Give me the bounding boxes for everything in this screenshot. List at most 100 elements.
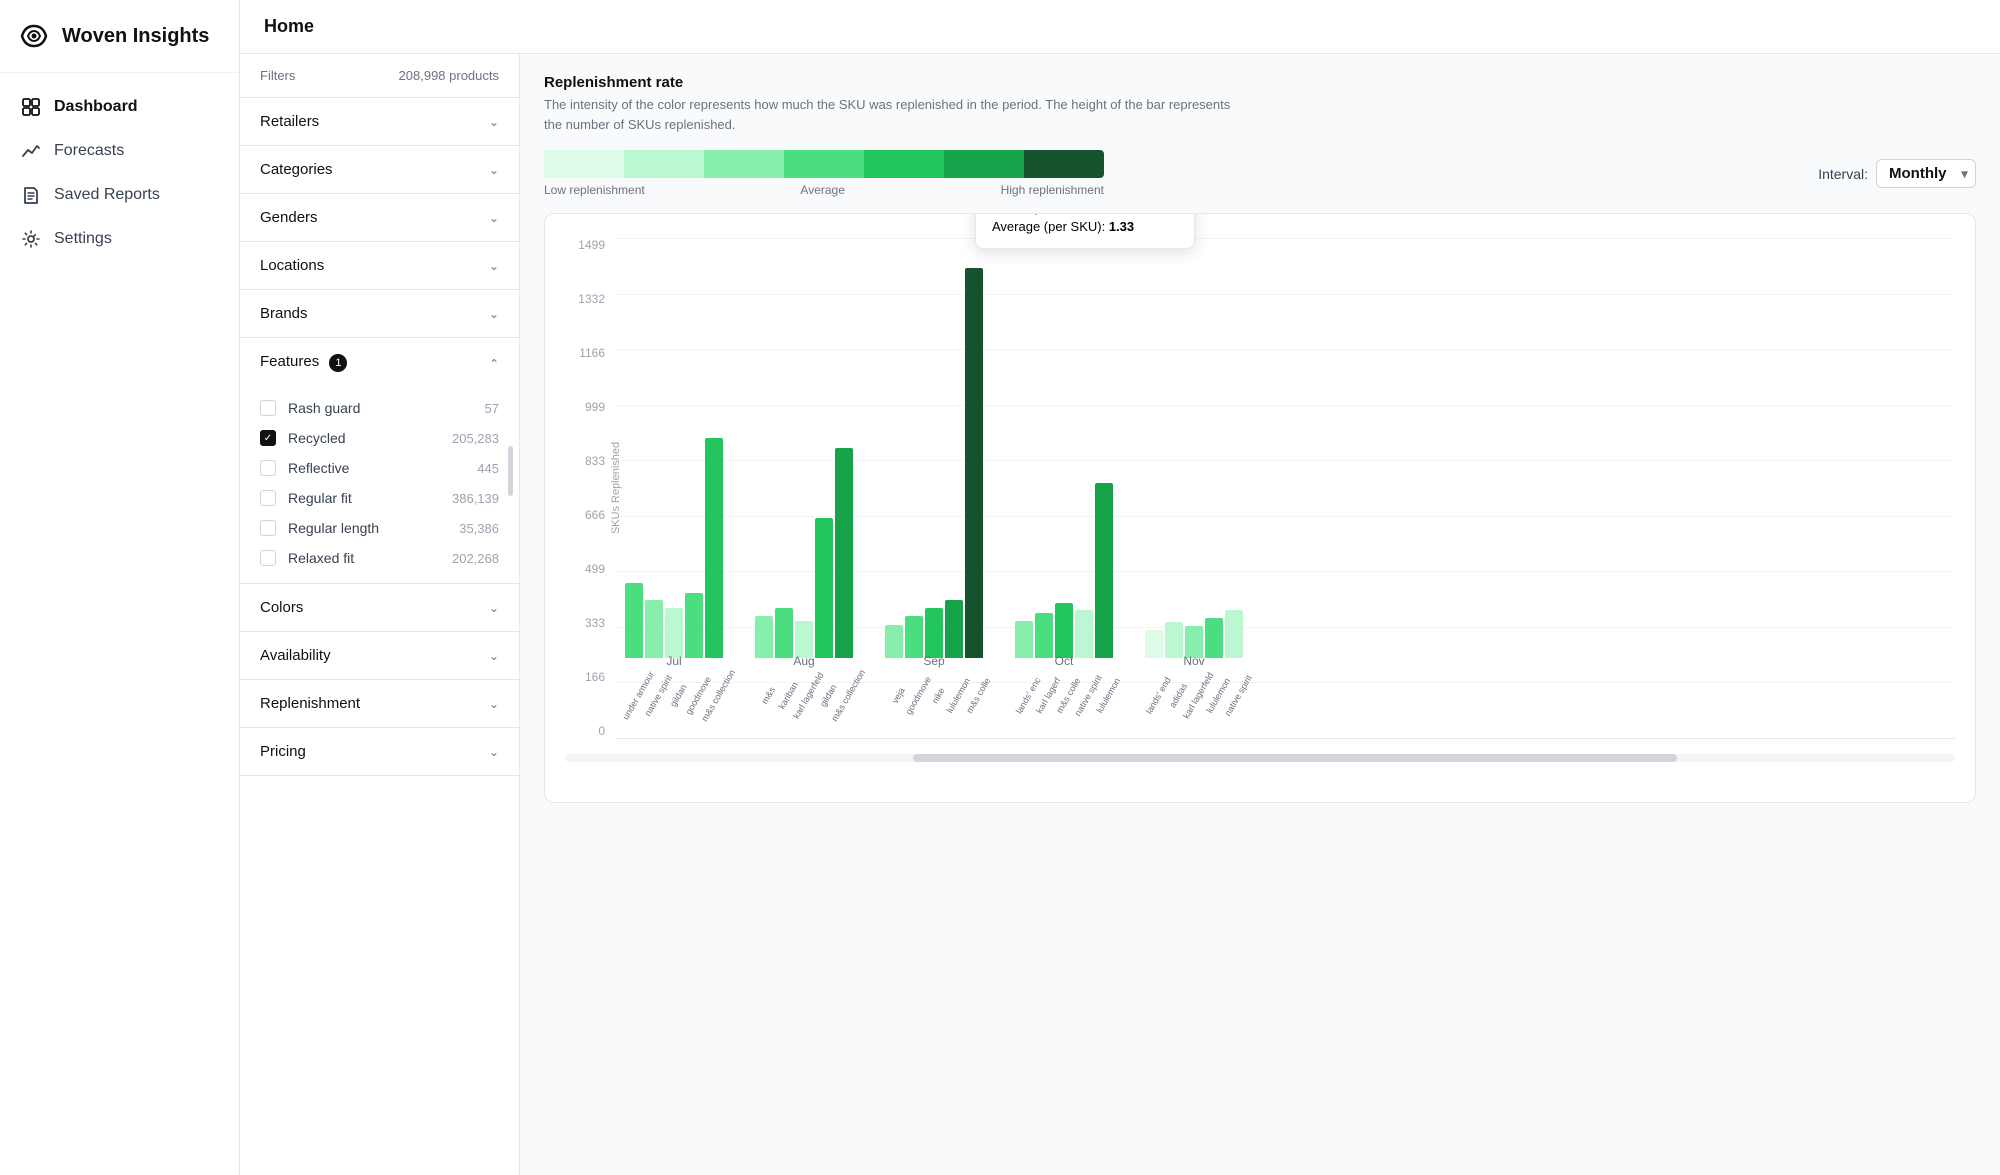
chart-description: The intensity of the color represents ho… xyxy=(544,95,1244,134)
chevron-down-icon: ⌄ xyxy=(489,307,499,321)
bar-under-armour-jul[interactable]: under armour xyxy=(625,583,643,658)
feature-count-regular-length: 35,386 xyxy=(459,521,499,536)
bar-goodmove-sep[interactable]: goodmove xyxy=(905,616,923,658)
filter-colors-toggle[interactable]: Colors ⌄ xyxy=(240,584,519,631)
feature-label-regular-fit: Regular fit xyxy=(288,490,440,506)
month-group-aug: m&s kariban karl lagerfeld xyxy=(755,238,853,658)
feature-count-relaxed-fit: 202,268 xyxy=(452,551,499,566)
bar-goodmove-jul[interactable]: goodmove xyxy=(685,593,703,658)
sidebar-item-dashboard[interactable]: Dashboard xyxy=(0,85,239,129)
bar-nike-sep[interactable]: nike xyxy=(925,608,943,658)
bar-ms-colle-oct[interactable]: m&s colle xyxy=(1055,603,1073,658)
filter-features-toggle[interactable]: Features 1 ⌄ xyxy=(240,338,519,387)
filter-section-pricing: Pricing ⌄ xyxy=(240,728,519,776)
sidebar-item-label-dashboard: Dashboard xyxy=(54,98,138,116)
bars-sep: veja goodmove nike lululem xyxy=(885,238,983,658)
filter-categories-toggle[interactable]: Categories ⌄ xyxy=(240,146,519,193)
checkbox-regular-fit[interactable] xyxy=(260,490,276,506)
scrollbar-thumb xyxy=(913,754,1678,762)
sidebar-item-saved-reports[interactable]: Saved Reports xyxy=(0,173,239,217)
month-group-sep: veja goodmove nike lululem xyxy=(885,238,983,658)
bar-lululemon-sep[interactable]: lululemon xyxy=(945,600,963,658)
filter-section-retailers: Retailers ⌄ xyxy=(240,98,519,146)
bar-karl-oct[interactable]: karl lagerf xyxy=(1035,613,1053,658)
interval-select[interactable]: Monthly Weekly Daily xyxy=(1876,159,1976,188)
checkbox-reflective[interactable] xyxy=(260,460,276,476)
feature-item-recycled[interactable]: ✓ Recycled 205,283 xyxy=(240,423,519,453)
bar-ms-collection-aug[interactable]: m&s collection xyxy=(835,448,853,658)
filter-replenishment-label: Replenishment xyxy=(260,695,360,712)
bar-lands-oct[interactable]: lands' enc xyxy=(1015,621,1033,658)
y-tick-499: 499 xyxy=(585,562,605,576)
app-title: Woven Insights xyxy=(62,25,209,48)
tooltip-avg-label: Average (per SKU): xyxy=(992,219,1105,234)
checkbox-regular-length[interactable] xyxy=(260,520,276,536)
feature-label-regular-length: Regular length xyxy=(288,520,447,536)
bar-lands-nov[interactable]: lands' end xyxy=(1145,630,1163,658)
saved-reports-icon xyxy=(20,184,42,206)
y-tick-1332: 1332 xyxy=(578,292,605,306)
bar-ms-colle-sep[interactable]: m&s colle M&S Collection 873 SKUs replen… xyxy=(965,268,983,658)
bar-karl-aug[interactable]: karl lagerfeld xyxy=(795,621,813,658)
month-group-jul: under armour native spirit gildan xyxy=(625,238,723,658)
checkbox-relaxed-fit[interactable] xyxy=(260,550,276,566)
bar-adidas-nov[interactable]: adidas xyxy=(1165,622,1183,658)
filter-section-genders: Genders ⌄ xyxy=(240,194,519,242)
filter-brands-toggle[interactable]: Brands ⌄ xyxy=(240,290,519,337)
month-label-nov: Nov xyxy=(1183,654,1204,668)
feature-item-reflective[interactable]: Reflective 445 xyxy=(240,453,519,483)
bar-lululemon-oct[interactable]: lululemon xyxy=(1095,483,1113,658)
bar-gildan-jul[interactable]: gildan xyxy=(665,608,683,658)
replenishment-info: Replenishment rate The intensity of the … xyxy=(544,74,1976,134)
filter-section-features: Features 1 ⌄ Rash guard 57 ✓ Recycled 20… xyxy=(240,338,519,584)
bar-native-spirit-nov[interactable]: native spirit xyxy=(1225,610,1243,658)
filters-label: Filters xyxy=(260,68,295,83)
y-axis: 1499 1332 1166 999 833 666 499 333 166 0 xyxy=(565,238,615,738)
page-header: Home xyxy=(240,0,2000,54)
feature-item-regular-fit[interactable]: Regular fit 386,139 xyxy=(240,483,519,513)
legend-avg-label: Average xyxy=(800,183,844,197)
feature-item-relaxed-fit[interactable]: Relaxed fit 202,268 xyxy=(240,543,519,573)
bar-label: veja xyxy=(890,686,907,705)
filter-section-brands: Brands ⌄ xyxy=(240,290,519,338)
feature-item-rash-guard[interactable]: Rash guard 57 xyxy=(240,393,519,423)
checkbox-recycled[interactable]: ✓ xyxy=(260,430,276,446)
filter-retailers-toggle[interactable]: Retailers ⌄ xyxy=(240,98,519,145)
bar-veja-sep[interactable]: veja xyxy=(885,625,903,658)
bar-gildan-aug[interactable]: gildan xyxy=(815,518,833,658)
bar-native-spirit-oct[interactable]: native spirit xyxy=(1075,610,1093,658)
horizontal-scrollbar[interactable] xyxy=(565,754,1955,762)
chevron-down-icon: ⌄ xyxy=(489,259,499,273)
filter-brands-label: Brands xyxy=(260,305,308,322)
feature-label-relaxed-fit: Relaxed fit xyxy=(288,550,440,566)
logo-icon xyxy=(16,18,52,54)
chevron-down-icon: ⌄ xyxy=(489,115,499,129)
scrollbar-thumb[interactable] xyxy=(508,446,513,496)
bar-native-spirit-jul[interactable]: native spirit xyxy=(645,600,663,658)
month-label-aug: Aug xyxy=(793,654,814,668)
chevron-down-icon: ⌄ xyxy=(489,163,499,177)
chart-container: 1499 1332 1166 999 833 666 499 333 166 0 xyxy=(544,213,1976,803)
legend-high-label: High replenishment xyxy=(1001,183,1104,197)
filter-categories-label: Categories xyxy=(260,161,333,178)
sidebar-item-settings[interactable]: Settings xyxy=(0,217,239,261)
filter-genders-toggle[interactable]: Genders ⌄ xyxy=(240,194,519,241)
sidebar-item-forecasts[interactable]: Forecasts xyxy=(0,129,239,173)
filter-pricing-toggle[interactable]: Pricing ⌄ xyxy=(240,728,519,775)
filter-availability-toggle[interactable]: Availability ⌄ xyxy=(240,632,519,679)
bars-jul: under armour native spirit gildan xyxy=(625,238,723,658)
bars-nov: lands' end adidas karl lagerfeld xyxy=(1145,238,1243,658)
bar-ms-collection-jul[interactable]: m&s collection xyxy=(705,438,723,658)
bar-label: lands' end xyxy=(1144,675,1173,715)
bar-lululemon-nov[interactable]: lululemon xyxy=(1205,618,1223,658)
filter-locations-toggle[interactable]: Locations ⌄ xyxy=(240,242,519,289)
feature-label-reflective: Reflective xyxy=(288,460,465,476)
filter-replenishment-toggle[interactable]: Replenishment ⌄ xyxy=(240,680,519,727)
bar-kariban-aug[interactable]: kariban xyxy=(775,608,793,658)
bar-ms-aug[interactable]: m&s xyxy=(755,616,773,658)
bar-label: m&s collection xyxy=(829,668,867,723)
checkbox-rash-guard[interactable] xyxy=(260,400,276,416)
feature-item-regular-length[interactable]: Regular length 35,386 xyxy=(240,513,519,543)
chart-body: SKUs Replenished under armour xyxy=(615,238,1955,738)
product-count: 208,998 products xyxy=(399,68,499,83)
